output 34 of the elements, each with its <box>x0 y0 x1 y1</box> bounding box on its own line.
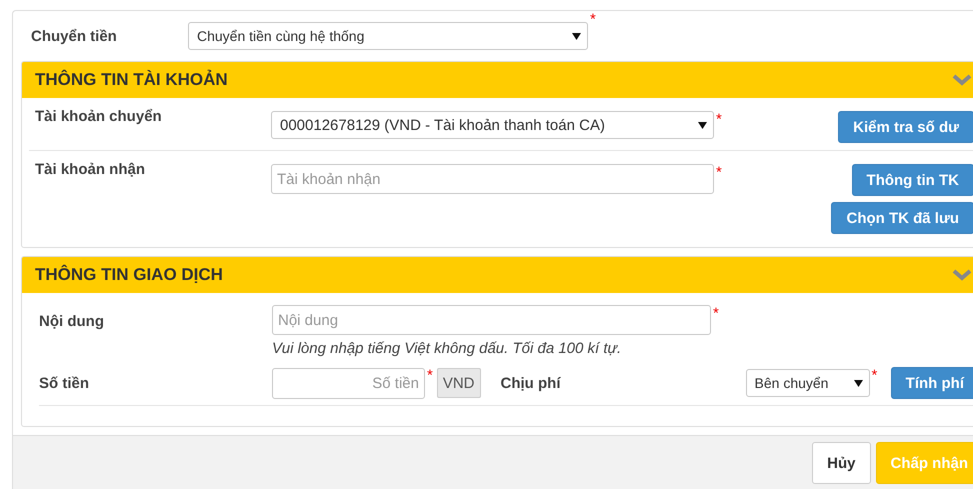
account-input-field[interactable]: Tài khoản nhận <box>271 164 714 194</box>
section-header[interactable]: THÔNG TIN GIAO DỊCH <box>22 257 973 293</box>
transfer-type-dropdown[interactable]: Chuyển tiền cùng hệ thống <box>188 22 588 50</box>
content-input-field[interactable]: Nội dung <box>272 305 711 335</box>
field-label: Tài khoản chuyển <box>34 107 163 125</box>
action-button[interactable]: Chọn TK đã lưu <box>831 202 973 234</box>
required-mark: * <box>872 367 878 384</box>
caret-icon <box>698 122 707 128</box>
account-dropdown[interactable]: 000012678129 (VND - Tài khoản thanh toán CA) <box>271 111 714 139</box>
amount-input-field[interactable]: Số tiền <box>272 368 425 398</box>
fee-payer-dropdown[interactable]: Bên chuyển <box>746 369 870 397</box>
field-label: Nội dung <box>39 312 105 330</box>
action-button[interactable]: Kiểm tra số dư <box>838 111 973 143</box>
caret-icon <box>854 380 863 386</box>
section-title: THÔNG TIN GIAO DỊCH <box>35 265 223 285</box>
action-button[interactable]: Thông tin TK <box>852 164 973 196</box>
field-label: Chuyển tiền <box>31 28 118 44</box>
field-label: Chịu phí <box>500 374 562 392</box>
hint-text: Vui lòng nhập tiếng Việt không dấu. Tối đa 100 kí tự. <box>272 340 622 357</box>
chevron-down-icon[interactable] <box>952 269 972 281</box>
caret-icon <box>572 32 581 40</box>
required-mark: * <box>716 164 722 181</box>
required-mark: * <box>716 111 722 128</box>
calculate-fee-button[interactable]: Tính phí <box>890 367 973 399</box>
required-mark: * <box>713 305 719 322</box>
field-label: Tài khoản nhận <box>34 160 146 178</box>
cancel-button[interactable]: Hủy <box>812 442 870 484</box>
currency-label: VND <box>436 368 481 398</box>
field-label: Số tiền <box>39 374 90 392</box>
required-mark: * <box>427 367 433 384</box>
chevron-down-icon[interactable] <box>952 74 972 86</box>
section-title: THÔNG TIN TÀI KHOẢN <box>35 70 228 90</box>
section-header[interactable]: THÔNG TIN TÀI KHOẢN <box>22 62 973 98</box>
required-mark: * <box>590 11 596 28</box>
